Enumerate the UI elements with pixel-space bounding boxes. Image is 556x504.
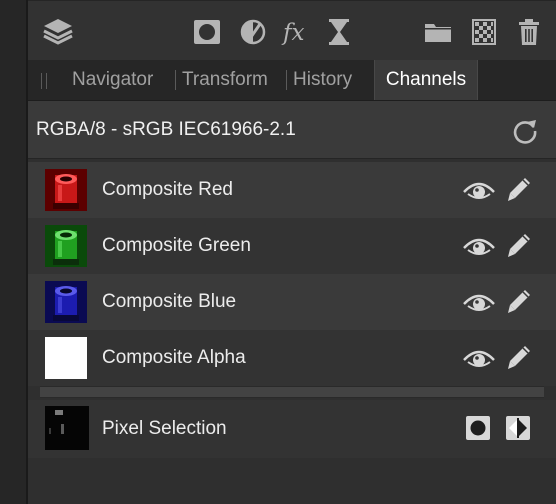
folder-icon[interactable] [423,17,453,47]
pencil-icon[interactable] [506,232,532,260]
red-channel-thumbnail [45,169,87,211]
adjustment-icon[interactable] [238,17,268,47]
svg-text:fx: fx [281,20,305,46]
eye-icon[interactable] [462,290,496,314]
channels-panel: fx Navigator Transform History Channels … [28,0,556,504]
tab-history[interactable]: History [293,60,352,100]
drag-grip-icon[interactable] [41,73,49,89]
channel-row-pixel-selection[interactable]: Pixel Selection [28,400,556,458]
pencil-icon[interactable] [506,288,532,316]
blue-channel-thumbnail [45,281,87,323]
channel-label: Composite Blue [102,291,237,312]
tab-navigator[interactable]: Navigator [72,60,153,100]
tab-channels[interactable]: Channels [374,60,478,100]
fx-icon[interactable]: fx [281,17,315,47]
color-profile-label: RGBA/8 - sRGB IEC61966-2.1 [36,119,296,140]
pencil-icon[interactable] [506,344,532,372]
trash-icon[interactable] [514,17,544,47]
hourglass-icon[interactable] [324,17,354,47]
section-divider [40,386,544,398]
channel-row-blue[interactable]: Composite Blue [28,274,556,330]
color-profile-bar: RGBA/8 - sRGB IEC61966-2.1 [28,101,556,159]
eye-icon[interactable] [462,234,496,258]
tab-separator [286,70,287,90]
layers-stack-icon[interactable] [41,16,75,46]
tab-transform[interactable]: Transform [182,60,268,100]
panel-toolbar: fx [28,0,556,61]
mask-icon[interactable] [192,17,222,47]
pixel-selection-thumbnail [45,406,89,450]
eye-icon[interactable] [462,346,496,370]
alpha-channel-thumbnail [45,337,87,379]
green-channel-thumbnail [45,225,87,267]
channel-row-alpha[interactable]: Composite Alpha [28,330,556,386]
left-strip [0,0,28,504]
channel-label: Composite Red [102,179,233,200]
mask-icon[interactable] [465,415,491,441]
eye-icon[interactable] [462,178,496,202]
panel-tabs: Navigator Transform History Channels [28,60,556,101]
invert-selection-icon[interactable] [505,415,531,441]
reset-icon[interactable] [512,118,538,144]
tab-separator [175,70,176,90]
channel-label: Pixel Selection [102,418,227,439]
pencil-icon[interactable] [506,176,532,204]
channel-row-green[interactable]: Composite Green [28,218,556,274]
channel-label: Composite Alpha [102,347,246,368]
channel-row-red[interactable]: Composite Red [28,162,556,218]
channel-label: Composite Green [102,235,251,256]
checkerboard-icon[interactable] [469,17,499,47]
